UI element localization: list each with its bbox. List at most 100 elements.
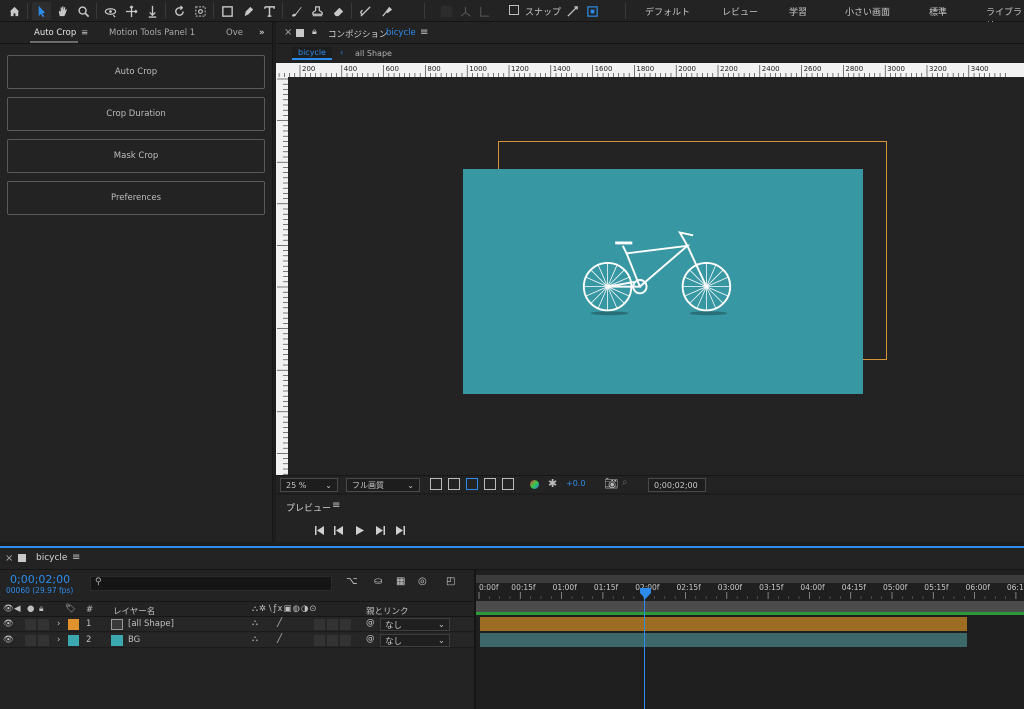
switch-cell[interactable] bbox=[314, 619, 325, 630]
previous-frame-icon[interactable] bbox=[334, 526, 343, 535]
dolly-camera-icon[interactable] bbox=[143, 2, 162, 20]
work-area-bar[interactable] bbox=[476, 601, 1024, 612]
orbit-camera-icon[interactable] bbox=[101, 2, 120, 20]
close-tab-icon[interactable]: × bbox=[5, 553, 13, 564]
shy-switch-icon[interactable]: ⛬ bbox=[252, 634, 258, 644]
fast-previews-icon[interactable] bbox=[430, 478, 442, 490]
preferences-button[interactable]: Preferences bbox=[7, 181, 265, 215]
workspace-review[interactable]: レビュー bbox=[722, 5, 758, 18]
panel-menu-icon[interactable]: ≡ bbox=[81, 28, 88, 38]
expand-chevron-icon[interactable]: › bbox=[57, 635, 60, 645]
column-parent[interactable]: 親とリンク bbox=[366, 605, 409, 617]
roto-brush-tool-icon[interactable] bbox=[356, 2, 375, 20]
clone-stamp-tool-icon[interactable] bbox=[308, 2, 327, 20]
eye-icon[interactable]: 👁︎ bbox=[3, 635, 14, 645]
timeline-menu-icon[interactable]: ≡ bbox=[72, 552, 80, 563]
visibility-column-icon[interactable]: 👁︎ bbox=[3, 604, 14, 614]
selection-tool-icon[interactable] bbox=[32, 2, 51, 20]
switches-column-icons[interactable]: ⛬✲∖ƒx▣◍◑⊙ bbox=[252, 604, 318, 614]
view-axis-icon[interactable] bbox=[475, 2, 494, 20]
tab-overflow[interactable]: Ove bbox=[226, 28, 243, 38]
pick-whip-icon[interactable]: @ bbox=[366, 618, 375, 628]
current-time-display[interactable]: 0;00;02;00 bbox=[10, 573, 70, 586]
playhead-line[interactable] bbox=[644, 592, 646, 709]
crop-duration-button[interactable]: Crop Duration bbox=[7, 97, 265, 131]
color-channels-icon[interactable] bbox=[530, 480, 539, 489]
layer-label-color[interactable] bbox=[68, 635, 79, 646]
local-axis-icon[interactable] bbox=[437, 2, 456, 20]
eraser-tool-icon[interactable] bbox=[329, 2, 348, 20]
motion-blur-icon[interactable]: ◎ bbox=[418, 576, 427, 587]
rotate-tool-icon[interactable] bbox=[170, 2, 189, 20]
workspace-standard[interactable]: 標準 bbox=[929, 5, 947, 18]
time-ruler[interactable]: 0:00f 00:15f 01:00f 01:15f 02:00f 02:15f 03:00… bbox=[476, 581, 1024, 599]
timeline-graph[interactable]: 0:00f 00:15f 01:00f 01:15f 02:00f 02:15f 03:00… bbox=[476, 570, 1024, 709]
label-column-icon[interactable]: 🏷︎ bbox=[65, 604, 76, 614]
switch-cell[interactable] bbox=[340, 635, 351, 646]
layer-name[interactable]: [all Shape] bbox=[128, 619, 174, 629]
layer-row[interactable]: 👁︎ › 1 [all Shape] ⛬ ╱ @ なし ⌄ bbox=[0, 617, 474, 632]
quality-switch-icon[interactable]: ╱ bbox=[277, 618, 282, 628]
tab-auto-crop[interactable]: Auto Crop bbox=[34, 28, 76, 38]
lock-column-icon[interactable]: 🔒︎ bbox=[39, 604, 44, 614]
timeline-comp-name[interactable]: bicycle bbox=[36, 553, 67, 563]
first-frame-icon[interactable] bbox=[315, 526, 324, 535]
mask-visibility-icon[interactable] bbox=[484, 478, 496, 490]
shy-layers-icon[interactable]: ⛀ bbox=[374, 576, 382, 587]
solo-column-icon[interactable]: ● bbox=[27, 604, 34, 614]
column-layer-name[interactable]: レイヤー名 bbox=[113, 605, 155, 617]
breadcrumb-bicycle[interactable]: bicycle bbox=[292, 47, 332, 60]
composition-tab-name[interactable]: bicycle bbox=[386, 28, 416, 38]
parent-dropdown[interactable]: なし ⌄ bbox=[380, 618, 450, 631]
composition-menu-icon[interactable]: ≡ bbox=[420, 27, 428, 38]
playhead-marker[interactable] bbox=[639, 588, 652, 600]
transparency-grid-icon[interactable] bbox=[448, 478, 460, 490]
last-frame-icon[interactable] bbox=[396, 526, 405, 535]
close-tab-icon[interactable]: × bbox=[284, 27, 292, 38]
quality-switch-icon[interactable]: ╱ bbox=[277, 634, 282, 644]
layer-search-input[interactable]: ⚲ bbox=[90, 576, 332, 591]
pick-whip-icon[interactable]: @ bbox=[366, 634, 375, 644]
frame-blending-icon[interactable]: ▦ bbox=[396, 576, 405, 587]
graph-editor-icon[interactable]: ◰ bbox=[446, 576, 455, 587]
puppet-tool-icon[interactable] bbox=[377, 2, 396, 20]
exposure-reset-icon[interactable]: ✱ bbox=[548, 477, 557, 490]
pan-camera-icon[interactable] bbox=[122, 2, 141, 20]
switch-cell[interactable] bbox=[327, 635, 338, 646]
snapshot-camera-icon[interactable]: 📷︎ bbox=[604, 477, 618, 490]
world-axis-icon[interactable] bbox=[456, 2, 475, 20]
next-frame-icon[interactable] bbox=[376, 526, 385, 535]
layer-row[interactable]: 👁︎ › 2 BG ⛬ ╱ @ なし ⌄ bbox=[0, 633, 474, 648]
zoom-tool-icon[interactable] bbox=[74, 2, 93, 20]
pen-tool-icon[interactable] bbox=[239, 2, 258, 20]
rectangle-tool-icon[interactable] bbox=[218, 2, 237, 20]
layer-label-color[interactable] bbox=[68, 619, 79, 630]
region-of-interest-icon[interactable] bbox=[466, 478, 478, 490]
lock-icon[interactable]: 🔒︎ bbox=[312, 27, 317, 37]
switch-cell[interactable] bbox=[314, 635, 325, 646]
layer-duration-bar[interactable] bbox=[480, 633, 967, 647]
tab-motion-tools[interactable]: Motion Tools Panel 1 bbox=[109, 28, 195, 38]
switch-cell[interactable] bbox=[340, 619, 351, 630]
breadcrumb-all-shape[interactable]: all Shape bbox=[349, 47, 398, 60]
solo-toggle[interactable] bbox=[25, 635, 36, 646]
snap-edges-icon[interactable] bbox=[563, 2, 582, 20]
workspace-small-screen[interactable]: 小さい画面 bbox=[845, 5, 890, 18]
layer-duration-bar[interactable] bbox=[480, 617, 967, 631]
play-icon[interactable] bbox=[356, 526, 364, 535]
lock-toggle[interactable] bbox=[38, 635, 49, 646]
auto-crop-button[interactable]: Auto Crop bbox=[7, 55, 265, 89]
bicycle-illustration[interactable] bbox=[581, 231, 733, 329]
anchor-point-tool-icon[interactable] bbox=[191, 2, 210, 20]
parent-dropdown[interactable]: なし ⌄ bbox=[380, 634, 450, 647]
mask-crop-button[interactable]: Mask Crop bbox=[7, 139, 265, 173]
show-snapshot-icon[interactable]: ⌕ bbox=[622, 477, 628, 488]
expand-chevron-icon[interactable]: › bbox=[57, 619, 60, 629]
exposure-value[interactable]: +0.0 bbox=[566, 479, 585, 488]
type-tool-icon[interactable] bbox=[260, 2, 279, 20]
shy-switch-icon[interactable]: ⛬ bbox=[252, 618, 258, 628]
brush-tool-icon[interactable] bbox=[287, 2, 306, 20]
current-time-field[interactable]: 0;00;02;00 bbox=[648, 478, 706, 492]
home-icon[interactable] bbox=[5, 2, 24, 20]
tabs-overflow-chevron-icon[interactable]: » bbox=[259, 28, 265, 38]
